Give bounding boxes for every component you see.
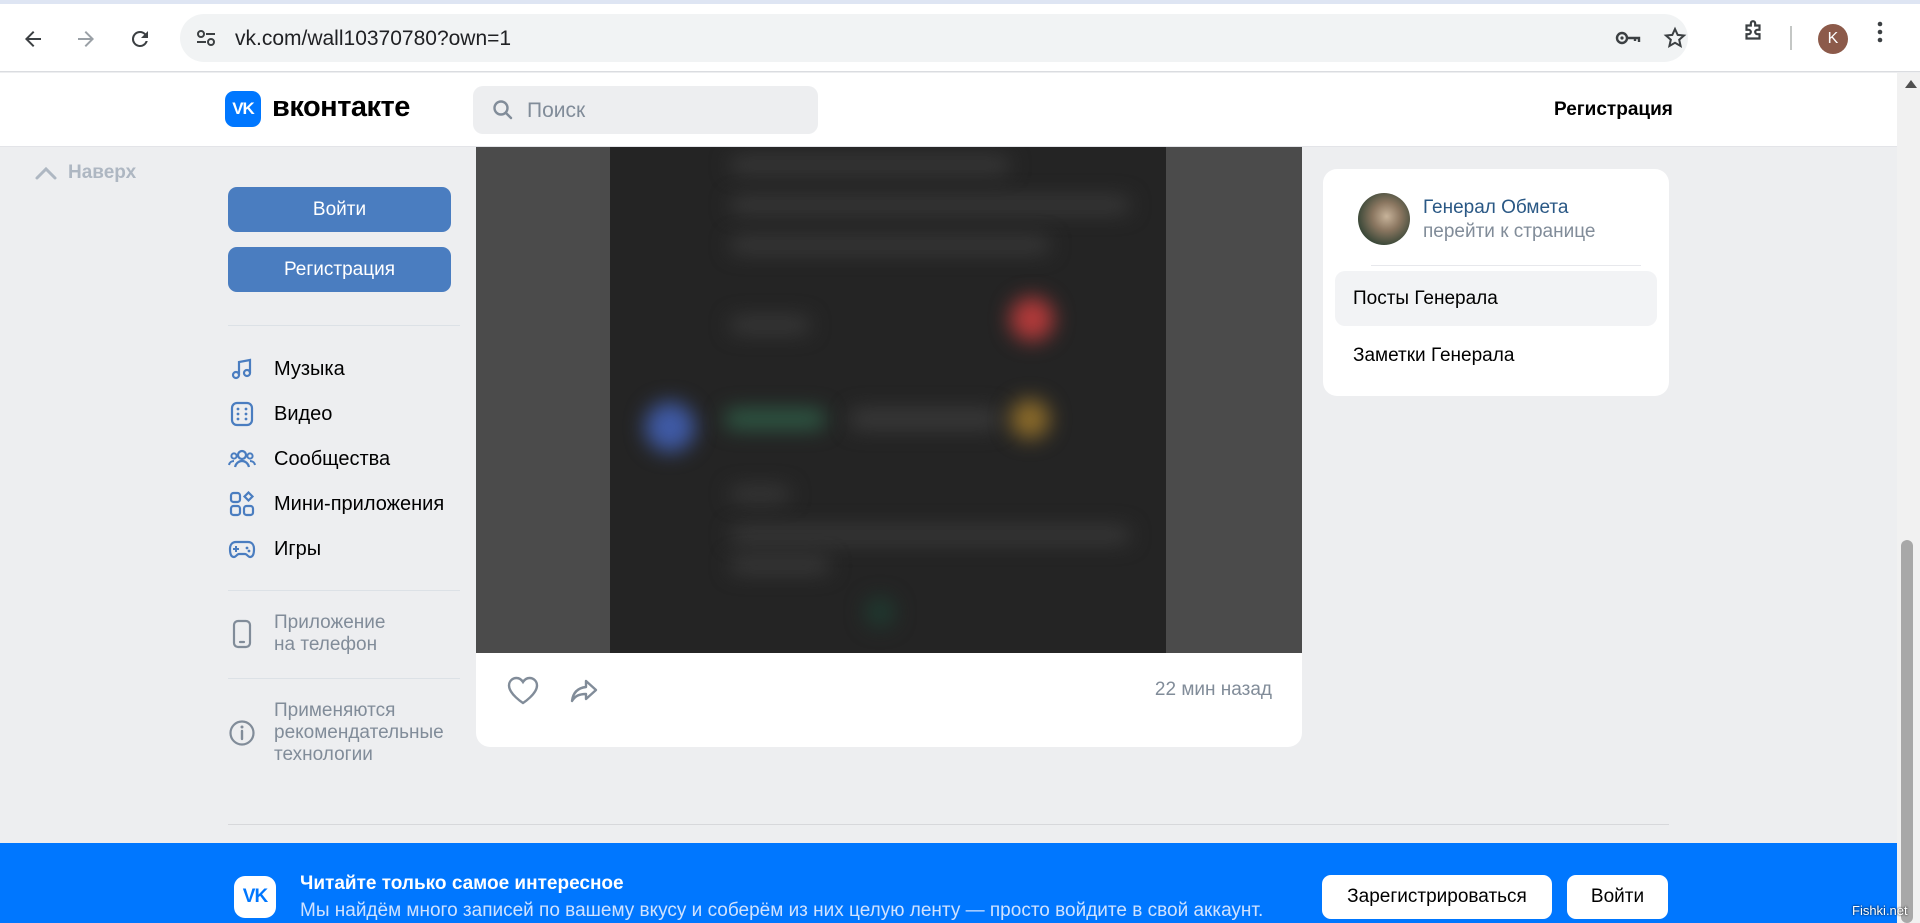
post-timestamp[interactable]: 22 мин назад	[1155, 679, 1272, 701]
tab-notes[interactable]: Заметки Генерала	[1335, 328, 1657, 383]
toolbar-divider	[1790, 26, 1792, 50]
sidebar-item-music[interactable]: Музыка	[228, 351, 345, 387]
phone-icon	[228, 619, 256, 649]
music-icon	[228, 355, 256, 383]
puzzle-icon	[1745, 20, 1761, 40]
mini-apps-icon	[228, 490, 256, 518]
scrollbar-thumb[interactable]	[1901, 540, 1913, 923]
sidebar-item-label: Сообщества	[274, 447, 391, 470]
mobile-app-link[interactable]: Приложение на телефон	[228, 612, 385, 656]
mobile-app-line2: на телефон	[274, 634, 378, 655]
sidebar-item-label: Мини-приложения	[274, 492, 445, 515]
post-image-content	[610, 147, 1166, 653]
reload-button[interactable]	[120, 19, 160, 59]
sidebar-item-label: Игры	[274, 537, 322, 560]
tab-strip	[0, 0, 1920, 4]
content-divider	[228, 824, 1669, 825]
mobile-app-line1: Приложение	[274, 612, 386, 633]
browser-toolbar: vk.com/wall10370780?own=1 K	[0, 0, 1920, 72]
vk-logo-text[interactable]: вконтакте	[272, 91, 410, 124]
bookmark-star-icon[interactable]	[1663, 26, 1687, 55]
sidebar-item-label: Музыка	[274, 357, 345, 380]
tab-posts[interactable]: Посты Генерала	[1335, 271, 1657, 326]
site-info-icon[interactable]	[194, 26, 218, 55]
sidebar-divider	[228, 590, 460, 591]
login-button[interactable]: Войти	[228, 187, 451, 232]
sidebar-item-label: Видео	[274, 402, 333, 425]
sidebar-item-mini-apps[interactable]: Мини-приложения	[228, 486, 444, 522]
banner-subtitle: Мы найдём много записей по вашему вкусу …	[300, 900, 1264, 921]
sidebar-item-communities[interactable]: Сообщества	[228, 441, 390, 477]
vk-header: VK вконтакте Поиск Регистрация	[0, 73, 1897, 147]
like-heart-icon[interactable]	[506, 675, 540, 712]
arrow-right-icon	[78, 31, 94, 47]
chevron-up-icon	[35, 166, 57, 180]
password-key-icon[interactable]	[1614, 26, 1642, 55]
wall-post: 22 мин назад	[476, 147, 1302, 747]
banner-login-button[interactable]: Войти	[1567, 875, 1668, 919]
vk-logo-icon: VK	[234, 876, 276, 918]
extensions-button[interactable]	[1740, 19, 1766, 50]
profile-avatar[interactable]: K	[1818, 24, 1848, 54]
sidebar-item-video[interactable]: Видео	[228, 396, 332, 432]
url-text[interactable]: vk.com/wall10370780?own=1	[235, 27, 511, 51]
forward-button[interactable]	[66, 19, 106, 59]
scroll-to-top-label: Наверх	[68, 162, 137, 183]
scroll-up-arrow-icon[interactable]	[1905, 80, 1917, 88]
search-icon	[491, 98, 515, 127]
rec-tech-line1: Применяются	[274, 700, 396, 721]
rec-tech-line2: рекомендательные	[274, 722, 444, 743]
recommendation-tech-link[interactable]: Применяются рекомендательные технологии	[228, 700, 444, 766]
video-icon	[228, 400, 256, 428]
back-button[interactable]	[13, 19, 53, 59]
arrow-left-icon	[25, 31, 41, 47]
signup-banner: VK Читайте только самое интересное Мы на…	[0, 843, 1897, 923]
sidebar-divider	[228, 325, 460, 326]
more-vertical-icon	[1877, 21, 1883, 43]
header-register-link[interactable]: Регистрация	[1554, 99, 1673, 121]
watermark: Fishki.net	[1852, 903, 1908, 918]
banner-title: Читайте только самое интересное	[300, 873, 624, 894]
vk-logo-icon[interactable]: VK	[225, 91, 261, 127]
rec-tech-line3: технологии	[274, 744, 373, 765]
reload-icon	[131, 30, 148, 47]
banner-register-button[interactable]: Зарегистрироваться	[1322, 875, 1552, 919]
address-bar[interactable]: vk.com/wall10370780?own=1	[180, 14, 1688, 62]
panel-divider	[1371, 265, 1641, 266]
search-input[interactable]: Поиск	[473, 86, 818, 134]
scroll-to-top-link[interactable]: Наверх	[34, 162, 136, 184]
sidebar-divider	[228, 678, 460, 679]
profile-name-link[interactable]: Генерал Обмета	[1423, 197, 1568, 219]
info-icon	[228, 719, 256, 747]
games-icon	[228, 535, 256, 563]
go-to-page-link[interactable]: перейти к странице	[1423, 221, 1595, 243]
share-arrow-icon[interactable]	[568, 675, 600, 712]
browser-menu-button[interactable]	[1874, 19, 1886, 50]
sidebar-item-games[interactable]: Игры	[228, 531, 321, 567]
post-image[interactable]	[476, 147, 1302, 653]
search-placeholder: Поиск	[527, 99, 586, 122]
communities-icon	[228, 445, 256, 473]
register-button[interactable]: Регистрация	[228, 247, 451, 292]
profile-panel: Генерал Обмета перейти к странице Посты …	[1323, 169, 1669, 396]
avatar[interactable]	[1358, 193, 1410, 245]
